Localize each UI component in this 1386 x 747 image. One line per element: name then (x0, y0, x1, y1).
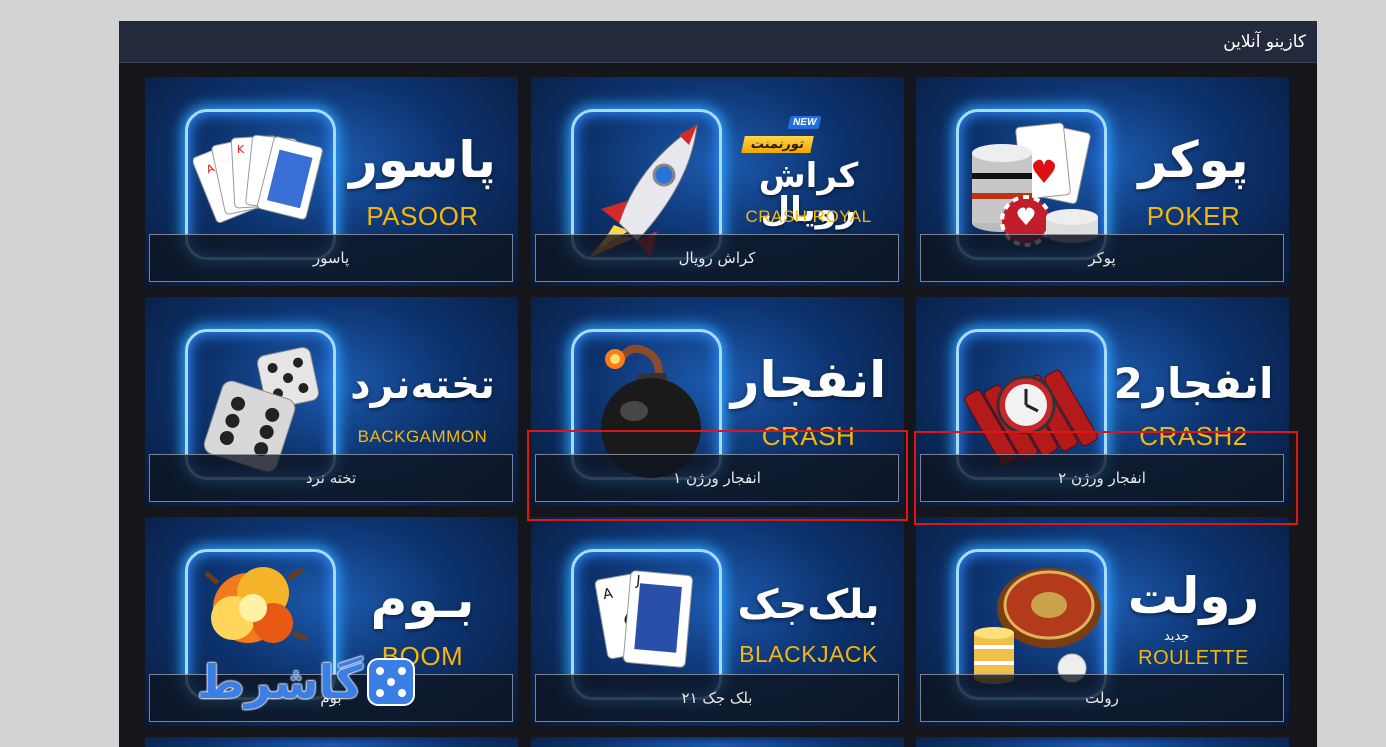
new-label: جدید (1164, 629, 1190, 644)
dice-logo-icon (368, 660, 413, 704)
game-card-crash-royal[interactable]: NEW تورنمنت کراش رویال CRASH ROYAL کراش … (531, 77, 904, 286)
new-badge: NEW (787, 116, 822, 129)
game-title-fa: تخته‌نرد (350, 362, 495, 408)
game-card-crash2[interactable]: انفجار2 CRASH2 انفجار ورژن ۲ (916, 297, 1289, 506)
game-title-en: CRASH (761, 421, 856, 451)
game-title-fa: انفجار (730, 351, 887, 409)
game-caption[interactable]: انفجار ورژن ۱ (535, 454, 899, 502)
game-title-fa: پاسور (349, 131, 496, 189)
game-title-en: CRASH2 (1139, 421, 1248, 451)
game-title-fa: انفجار2 (1113, 359, 1274, 408)
game-card-pasoor[interactable]: A K پاسور PASOOR پاسور (145, 77, 518, 286)
game-title-en: BLACKJACK (739, 641, 878, 667)
caption-text: تخته نرد (305, 469, 357, 487)
tournament-badge: تورنمنت (741, 136, 814, 153)
game-title-fa: بلک‌جک (737, 582, 880, 628)
game-title-en: BACKGAMMON (357, 427, 488, 446)
caption-text: پوکر (1088, 249, 1116, 267)
game-title-fa: رولت (1127, 567, 1260, 625)
panel-header: کازینو آنلاین (119, 21, 1317, 63)
games-grid: A K پاسور PASOOR پاسور NEW تورنمنت کراش … (119, 63, 1317, 747)
game-title-en: PASOOR (366, 201, 479, 231)
game-title-fa: پوکر (1138, 131, 1249, 189)
watermark-logo: گاشرط (197, 652, 413, 712)
game-card-partial[interactable] (531, 737, 904, 747)
game-caption[interactable]: رولت (920, 674, 1284, 722)
game-card-crash1[interactable]: انفجار CRASH انفجار ورژن ۱ (531, 297, 904, 506)
caption-text: کراش رویال (678, 249, 756, 267)
game-card-partial[interactable] (916, 737, 1289, 747)
caption-text: رولت (1085, 689, 1119, 707)
caption-text: انفجار ورژن ۲ (1058, 469, 1146, 487)
game-caption[interactable]: پوکر (920, 234, 1284, 282)
game-card-backgammon[interactable]: تخته‌نرد BACKGAMMON تخته نرد (145, 297, 518, 506)
game-card-roulette[interactable]: رولت جدید ROULETTE رولت (916, 517, 1289, 726)
game-caption[interactable]: پاسور (149, 234, 513, 282)
game-title-fa: بـوم (370, 571, 475, 629)
caption-text: بلک جک ۲۱ (681, 689, 753, 707)
caption-text: انفجار ورژن ۱ (673, 469, 761, 487)
game-card-blackjack[interactable]: A ♠ J بلک‌جک BLACKJACK بلک جک ۲۱ (531, 517, 904, 726)
game-caption[interactable]: انفجار ورژن ۲ (920, 454, 1284, 502)
game-card-partial[interactable] (145, 737, 518, 747)
online-casino-panel: کازینو آنلاین A K پاسور PASOOR پاسور NEW… (119, 21, 1317, 747)
page-title: کازینو آنلاین (1223, 31, 1306, 52)
game-card-poker[interactable]: پوکر POKER پوکر (916, 77, 1289, 286)
game-caption[interactable]: بلک جک ۲۱ (535, 674, 899, 722)
game-title-en: CRASH ROYAL (745, 207, 872, 226)
caption-text: پاسور (312, 249, 350, 267)
game-title-en: POKER (1146, 201, 1241, 231)
game-caption[interactable]: تخته نرد (149, 454, 513, 502)
svg-text:K: K (237, 143, 245, 156)
watermark-text: گاشرط (197, 655, 363, 709)
game-title-en: ROULETTE (1138, 647, 1249, 669)
game-caption[interactable]: کراش رویال (535, 234, 899, 282)
